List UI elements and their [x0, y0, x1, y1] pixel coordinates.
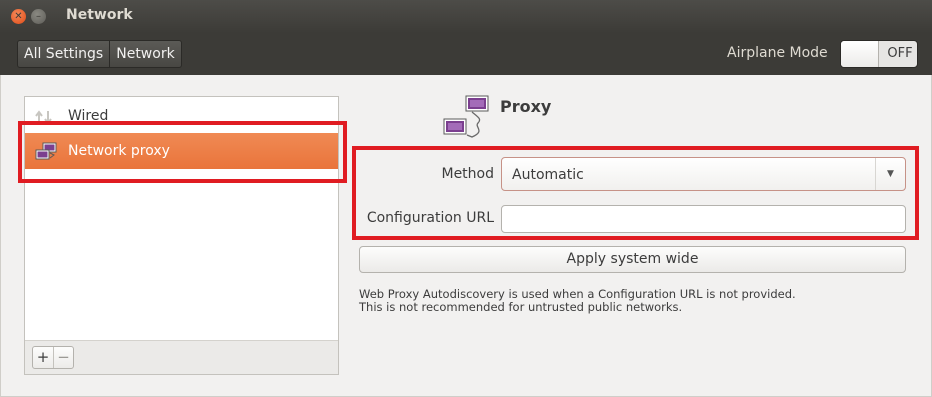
device-list-footer: + −: [25, 340, 338, 374]
network-proxy-icon: [34, 142, 58, 162]
title-bar: ✕ – Network: [0, 0, 932, 33]
window-title: Network: [66, 7, 133, 23]
minimize-window-icon[interactable]: –: [31, 9, 46, 24]
device-label-wired: Wired: [68, 108, 109, 124]
add-device-button[interactable]: +: [33, 347, 53, 368]
breadcrumb-network[interactable]: Network: [109, 41, 180, 67]
apply-system-wide-button[interactable]: Apply system wide: [359, 246, 906, 273]
method-selected-value: Automatic: [512, 167, 584, 183]
airplane-mode-state: OFF: [887, 46, 913, 61]
configuration-url-label: Configuration URL: [366, 210, 494, 226]
airplane-mode-switch[interactable]: OFF: [840, 40, 918, 68]
method-dropdown[interactable]: Automatic ▼: [501, 157, 906, 191]
breadcrumb: All Settings Network: [17, 40, 182, 68]
close-window-icon[interactable]: ✕: [11, 9, 26, 24]
hint-line-2: This is not recommended for untrusted pu…: [359, 300, 683, 314]
proxy-title: Proxy: [500, 97, 552, 116]
device-item-wired[interactable]: Wired: [25, 98, 338, 134]
switch-knob[interactable]: [841, 41, 879, 67]
autodiscovery-hint: Web Proxy Autodiscovery is used when a C…: [359, 288, 796, 314]
device-item-network-proxy[interactable]: Network proxy: [25, 133, 338, 169]
breadcrumb-all-settings[interactable]: All Settings: [18, 41, 109, 67]
airplane-mode-label: Airplane Mode: [727, 45, 828, 61]
device-label-network-proxy: Network proxy: [68, 143, 170, 159]
proxy-large-icon: [442, 95, 490, 141]
wired-arrows-icon: [35, 108, 53, 126]
chevron-down-icon[interactable]: ▼: [875, 158, 905, 190]
toolbar: All Settings Network Airplane Mode OFF: [0, 33, 932, 75]
add-remove-group: + −: [32, 346, 74, 369]
method-label: Method: [441, 166, 494, 182]
device-list: Wired Network proxy + −: [24, 96, 339, 375]
remove-device-button[interactable]: −: [53, 347, 73, 368]
configuration-url-input[interactable]: [501, 205, 906, 233]
